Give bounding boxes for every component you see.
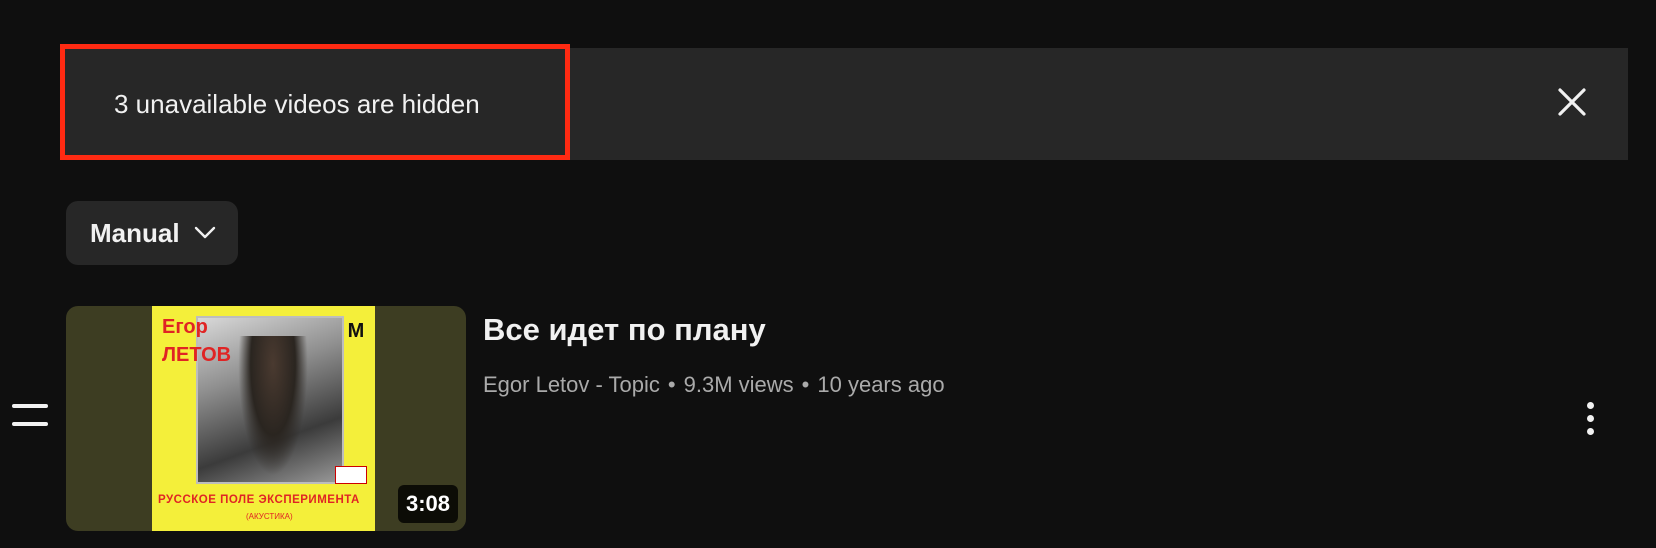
drag-handle-icon[interactable] bbox=[12, 404, 48, 428]
upload-age: 10 years ago bbox=[817, 372, 945, 397]
more-actions-button[interactable] bbox=[1574, 396, 1606, 440]
sort-label: Manual bbox=[90, 217, 180, 248]
separator-dot: • bbox=[667, 372, 676, 397]
cover-artist-first: Егор bbox=[162, 316, 208, 338]
cover-photo bbox=[196, 316, 344, 484]
cover-artist-last: ЛЕТОВ bbox=[162, 344, 232, 366]
more-vert-icon bbox=[1586, 401, 1594, 409]
label-logo: M bbox=[347, 320, 365, 342]
video-metadata: Egor Letov - Topic • 9.3M views • 10 yea… bbox=[483, 372, 945, 398]
sort-dropdown-button[interactable]: Manual bbox=[66, 201, 238, 265]
close-banner-button[interactable] bbox=[1550, 80, 1594, 124]
banner-message: 3 unavailable videos are hidden bbox=[114, 89, 480, 119]
unavailable-videos-banner: 3 unavailable videos are hidden bbox=[64, 48, 1628, 160]
chevron-down-icon bbox=[194, 226, 216, 240]
cover-sticker bbox=[335, 466, 367, 484]
cover-album-subtitle: (АКУСТИКА) bbox=[246, 512, 293, 521]
album-cover: Егор ЛЕТОВ M РУССКОЕ ПОЛЕ ЭКСПЕРИМЕНТА (… bbox=[152, 306, 375, 531]
duration-badge: 3:08 bbox=[397, 485, 458, 523]
channel-link[interactable]: Egor Letov - Topic bbox=[483, 372, 660, 398]
close-icon bbox=[1558, 88, 1586, 116]
video-title[interactable]: Все идет по плану bbox=[483, 312, 766, 348]
view-count: 9.3M views bbox=[683, 372, 794, 397]
separator-dot: • bbox=[801, 372, 810, 397]
cover-album-title: РУССКОЕ ПОЛЕ ЭКСПЕРИМЕНТА bbox=[158, 494, 360, 506]
video-thumbnail[interactable]: Егор ЛЕТОВ M РУССКОЕ ПОЛЕ ЭКСПЕРИМЕНТА (… bbox=[66, 306, 466, 531]
